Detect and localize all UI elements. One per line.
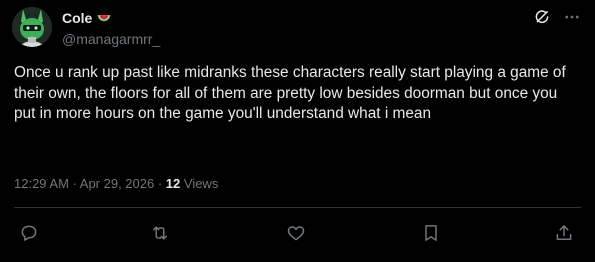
post-time[interactable]: 12:29 AM: [14, 176, 69, 191]
bookmark-button[interactable]: [419, 221, 443, 245]
like-button[interactable]: [284, 221, 308, 245]
meta-separator: ·: [154, 176, 166, 191]
avatar-image: [12, 7, 52, 47]
heart-icon: [287, 226, 305, 241]
post-meta: 12:29 AM · Apr 29, 2026 · 12 Views: [14, 175, 218, 193]
name-row: Cole: [62, 9, 160, 27]
repost-button[interactable]: [148, 221, 172, 245]
post-date[interactable]: Apr 29, 2026: [80, 176, 154, 191]
share-icon: [556, 225, 572, 240]
avatar[interactable]: [12, 7, 52, 47]
top-actions: [533, 8, 581, 26]
divider: [14, 207, 581, 208]
reply-button[interactable]: [17, 221, 41, 245]
more-icon[interactable]: [563, 8, 581, 26]
display-name[interactable]: Cole: [62, 9, 92, 27]
reply-icon: [21, 225, 37, 241]
watermelon-icon: [96, 10, 112, 26]
repost-icon: [153, 226, 167, 240]
action-bar: [0, 221, 595, 245]
post: Cole @managarmrr_ Once u rank up past li…: [0, 0, 595, 262]
handle[interactable]: @managarmrr_: [62, 30, 160, 48]
grok-icon[interactable]: [533, 8, 551, 26]
views-label: Views: [180, 176, 219, 191]
bookmark-icon: [425, 225, 437, 241]
post-text: Once u rank up past like midranks these …: [14, 64, 566, 122]
views-count: 12: [165, 176, 181, 191]
share-button[interactable]: [552, 221, 576, 245]
meta-separator: ·: [68, 176, 80, 191]
author-block: Cole @managarmrr_: [62, 9, 160, 48]
